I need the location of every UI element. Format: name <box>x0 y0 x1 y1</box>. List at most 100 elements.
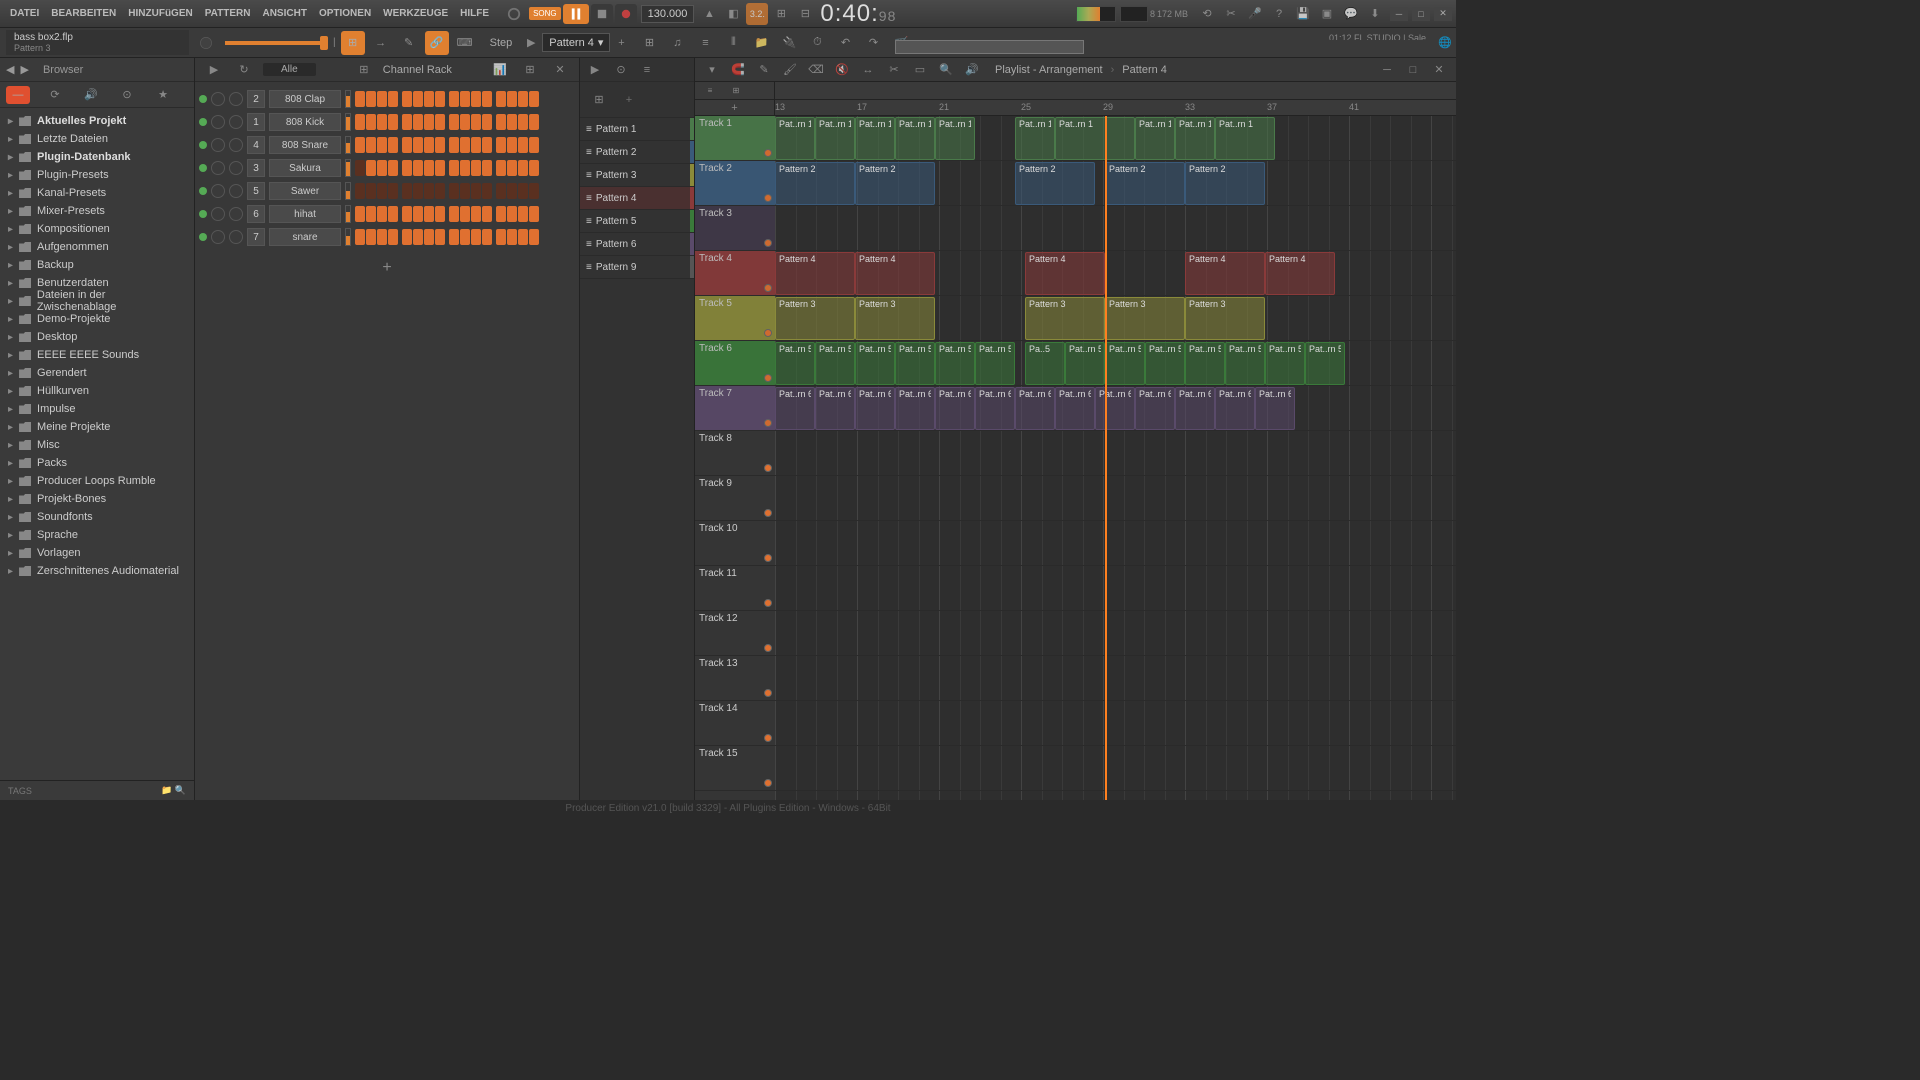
plst-min-icon[interactable]: ─ <box>1376 59 1398 81</box>
step-cell[interactable] <box>518 206 528 222</box>
channel-rack-icon[interactable]: ≡ <box>693 31 717 55</box>
step-cell[interactable] <box>355 160 365 176</box>
track-mute-button[interactable] <box>764 239 772 247</box>
plugin-icon[interactable]: 🔌 <box>777 31 801 55</box>
track-header[interactable]: Track 5 <box>695 296 775 341</box>
step-cell[interactable] <box>366 137 376 153</box>
menu-hinzufügen[interactable]: HINZUFüGEN <box>122 4 198 23</box>
playlist-clip[interactable]: Pat..rn 5 <box>975 342 1015 385</box>
loop-rec-icon[interactable]: ⊟ <box>794 3 816 25</box>
channel-pan-knob[interactable] <box>211 184 225 198</box>
playlist-clip[interactable]: Pat..rn 1 <box>1015 117 1055 160</box>
step-cell[interactable] <box>377 206 387 222</box>
channel-number[interactable]: 2 <box>247 90 265 108</box>
redo-icon[interactable]: ↷ <box>861 31 885 55</box>
channel-number[interactable]: 7 <box>247 228 265 246</box>
playlist-clip[interactable]: Pat..rn 1 <box>1175 117 1215 160</box>
pl-opts-icon[interactable]: ≡ <box>636 59 658 81</box>
step-cell[interactable] <box>355 91 365 107</box>
plst-menu-icon[interactable]: ▾ <box>701 59 723 81</box>
cr-play-icon[interactable]: ▶ <box>203 59 225 81</box>
step-cell[interactable] <box>460 91 470 107</box>
save-icon[interactable]: 💾 <box>1292 3 1314 25</box>
playlist-clip[interactable]: Pattern 3 <box>855 297 935 340</box>
globe-icon[interactable]: 🌐 <box>1434 32 1456 54</box>
playlist-clip[interactable]: Pattern 2 <box>775 162 855 205</box>
channel-pan-knob[interactable] <box>211 138 225 152</box>
step-cell[interactable] <box>518 183 528 199</box>
plst-magnet-icon[interactable]: 🧲 <box>727 59 749 81</box>
pattern-item[interactable]: ≡Pattern 6 <box>580 233 694 256</box>
track-mute-button[interactable] <box>764 329 772 337</box>
step-cell[interactable] <box>529 137 539 153</box>
step-cell[interactable] <box>377 91 387 107</box>
step-cell[interactable] <box>482 91 492 107</box>
playlist-clip[interactable]: Pat..rn 1 <box>1215 117 1275 160</box>
step-cell[interactable] <box>413 206 423 222</box>
step-cell[interactable] <box>471 206 481 222</box>
step-cell[interactable] <box>529 91 539 107</box>
step-cell[interactable] <box>413 229 423 245</box>
step-cell[interactable] <box>482 160 492 176</box>
tools-icon[interactable]: ✂ <box>1220 3 1242 25</box>
playlist-clip[interactable]: Pat..rn 5 <box>1105 342 1145 385</box>
wait-icon[interactable]: ◧ <box>722 3 744 25</box>
track-header[interactable]: Track 14 <box>695 701 775 746</box>
step-cell[interactable] <box>507 91 517 107</box>
channel-pan-knob[interactable] <box>211 230 225 244</box>
step-cell[interactable] <box>471 114 481 130</box>
clip-area[interactable]: Pat..rn 1Pat..rn 1Pat..rn 1Pat..rn 1Pat.… <box>775 116 1456 800</box>
step-cell[interactable] <box>435 183 445 199</box>
piano-roll-icon[interactable]: ♫ <box>665 31 689 55</box>
step-cell[interactable] <box>460 229 470 245</box>
playlist-clip[interactable]: Pattern 2 <box>1105 162 1185 205</box>
undo-icon[interactable]: ↶ <box>833 31 857 55</box>
step-cell[interactable] <box>518 229 528 245</box>
step-cell[interactable] <box>388 91 398 107</box>
tree-item[interactable]: ▸Mixer-Presets <box>0 202 194 220</box>
pl-play-icon[interactable]: ▶ <box>584 59 606 81</box>
track-header[interactable]: Track 15 <box>695 746 775 791</box>
step-cell[interactable] <box>518 91 528 107</box>
channel-vol-knob[interactable] <box>229 138 243 152</box>
playlist-clip[interactable]: Pattern 3 <box>1025 297 1105 340</box>
maximize-button[interactable]: □ <box>1412 7 1430 21</box>
playlist-clip[interactable]: Pat..rn 5 <box>815 342 855 385</box>
menu-werkzeuge[interactable]: WERKZEUGE <box>377 4 454 23</box>
step-cell[interactable] <box>366 160 376 176</box>
step-cell[interactable] <box>402 91 412 107</box>
refresh-icon[interactable]: ⟳ <box>44 84 66 106</box>
channel-name-button[interactable]: 808 Kick <box>269 113 341 131</box>
main-volume-knob[interactable] <box>195 32 217 54</box>
overview-bar[interactable] <box>895 40 1436 54</box>
step-cell[interactable] <box>471 91 481 107</box>
step-cell[interactable] <box>529 160 539 176</box>
play-button[interactable] <box>563 4 589 24</box>
step-cell[interactable] <box>413 160 423 176</box>
playlist-clip[interactable]: Pat..rn 1 <box>895 117 935 160</box>
typing-icon[interactable]: ⌨ <box>453 31 477 55</box>
step-cell[interactable] <box>518 160 528 176</box>
step-cell[interactable] <box>496 91 506 107</box>
playlist-clip[interactable]: Pattern 2 <box>855 162 935 205</box>
step-cell[interactable] <box>413 137 423 153</box>
track-mute-button[interactable] <box>764 734 772 742</box>
channel-number[interactable]: 5 <box>247 182 265 200</box>
playlist-clip[interactable]: Pattern 4 <box>1185 252 1265 295</box>
playlist-clip[interactable]: Pattern 4 <box>855 252 935 295</box>
pl-sync-icon[interactable]: ⊙ <box>610 59 632 81</box>
timeline-ruler[interactable]: 1317212529333741 <box>775 100 1456 115</box>
playlist-clip[interactable]: Pat..rn 1 <box>935 117 975 160</box>
tree-item[interactable]: ▸Zerschnittenes Audiomaterial <box>0 562 194 580</box>
pattern-item[interactable]: ≡Pattern 4 <box>580 187 694 210</box>
channel-name-button[interactable]: Sakura <box>269 159 341 177</box>
step-cell[interactable] <box>388 206 398 222</box>
tree-item[interactable]: ▸Vorlagen <box>0 544 194 562</box>
step-cell[interactable] <box>388 183 398 199</box>
channel-name-button[interactable]: snare <box>269 228 341 246</box>
tree-item[interactable]: ▸Soundfonts <box>0 508 194 526</box>
step-cell[interactable] <box>449 137 459 153</box>
playlist-clip[interactable]: Pat..rn 6 <box>1055 387 1095 430</box>
tree-item[interactable]: ▸Dateien in der Zwischenablage <box>0 292 194 310</box>
step-cell[interactable] <box>496 183 506 199</box>
